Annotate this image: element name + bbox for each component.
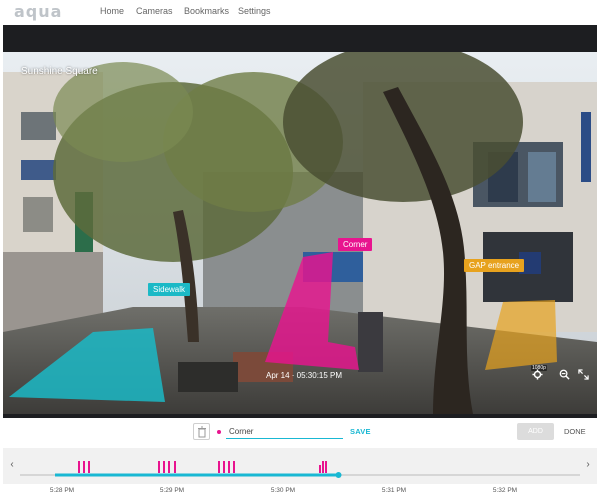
timeline-event-marker[interactable] [322, 461, 324, 473]
timeline-event-marker[interactable] [319, 465, 321, 473]
timeline-tick-label: 5:28 PM [49, 487, 75, 494]
timeline-event-marker[interactable] [325, 461, 327, 473]
zone-name-input[interactable] [226, 424, 343, 439]
timeline-event-marker[interactable] [83, 461, 85, 473]
trash-icon [198, 426, 206, 438]
video-player: Sunshine Square Sidewalk Corner GAP entr… [3, 25, 597, 418]
zoom-out-icon[interactable] [558, 369, 570, 381]
timeline-event-marker[interactable] [174, 461, 176, 473]
timeline-tick-label: 5:29 PM [159, 487, 185, 494]
zone-label-gap-entrance[interactable]: GAP entrance [464, 259, 525, 272]
zone-label-corner[interactable]: Corner [338, 238, 373, 251]
timeline-event-marker[interactable] [228, 461, 230, 473]
nav-home[interactable]: Home [100, 6, 124, 16]
zone-editor: SAVE ADD DONE [0, 420, 600, 444]
timeline-tick-label: 5:32 PM [492, 487, 518, 494]
timeline-event-marker[interactable] [233, 461, 235, 473]
timeline-track[interactable] [20, 448, 580, 484]
timeline-event-marker[interactable] [78, 461, 80, 473]
timeline-event-marker[interactable] [218, 461, 220, 473]
nav-bookmarks[interactable]: Bookmarks [184, 6, 229, 16]
timeline-tick-label: 5:31 PM [381, 487, 407, 494]
camera-image [3, 52, 597, 414]
delete-zone-button[interactable] [193, 423, 210, 440]
chevron-right-icon[interactable]: › [581, 457, 595, 473]
top-navigation: aqua Home Cameras Bookmarks Settings [0, 0, 600, 25]
zone-label-sidewalk[interactable]: Sidewalk [148, 283, 191, 296]
timeline-tick-label: 5:30 PM [270, 487, 296, 494]
save-button[interactable]: SAVE [350, 427, 371, 436]
timeline-event-marker[interactable] [88, 461, 90, 473]
timeline-tick-labels: 5:28 PM 5:29 PM 5:30 PM 5:31 PM 5:32 PM [0, 484, 600, 501]
chevron-left-icon[interactable]: ‹ [5, 457, 19, 473]
timeline-event-marker[interactable] [158, 461, 160, 473]
timeline-event-marker[interactable] [168, 461, 170, 473]
timeline-event-marker[interactable] [223, 461, 225, 473]
gear-icon[interactable] [531, 369, 543, 381]
fullscreen-icon[interactable] [577, 369, 589, 381]
nav-settings[interactable]: Settings [238, 6, 271, 16]
add-button[interactable]: ADD [517, 423, 554, 440]
timeline: ‹ › [3, 448, 597, 484]
timeline-playhead[interactable] [335, 472, 342, 478]
video-timestamp: Apr 14 · 05:30:15 PM [266, 371, 343, 380]
timeline-event-marker[interactable] [163, 461, 165, 473]
camera-feed[interactable] [3, 52, 597, 414]
app-logo[interactable]: aqua [14, 2, 62, 21]
zone-color-dot [217, 430, 221, 434]
done-button[interactable]: DONE [564, 427, 586, 436]
camera-title: Sunshine Square [21, 66, 98, 77]
nav-cameras[interactable]: Cameras [136, 6, 173, 16]
